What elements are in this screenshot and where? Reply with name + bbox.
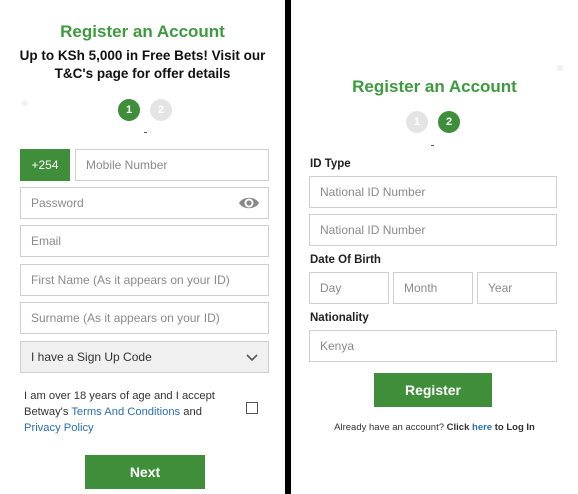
nationality-label: Nationality [310, 312, 369, 324]
to-log-in-text: to Log In [494, 422, 535, 433]
login-prompt: Already have an account? Click here to L… [291, 422, 578, 433]
decorative-dot [557, 65, 563, 71]
privacy-policy-link[interactable]: Privacy Policy [24, 422, 94, 434]
click-text: Click [446, 422, 470, 433]
dob-month-input[interactable]: Month [393, 272, 473, 304]
id-type-label: ID Type [310, 158, 351, 170]
page-title: Register an Account [60, 22, 225, 41]
id-number-input[interactable]: National ID Number [309, 214, 557, 246]
age-consent-checkbox[interactable] [246, 402, 258, 414]
step-indicator: 1 2 [118, 99, 172, 121]
country-code-prefix[interactable]: +254 [20, 149, 70, 181]
terms-link[interactable]: Terms And Conditions [71, 406, 180, 418]
promo-text: Up to KSh 5,000 in Free Bets! Visit our … [0, 47, 285, 83]
dob-label: Date Of Birth [310, 254, 381, 266]
eye-icon[interactable] [238, 194, 260, 215]
mobile-number-placeholder: Mobile Number [86, 158, 168, 172]
mobile-number-input[interactable]: Mobile Number [75, 149, 269, 181]
consent-and-text: and [183, 406, 202, 418]
dob-day-input[interactable]: Day [309, 272, 389, 304]
promo-line-1: Up to KSh 5,000 in Free Bets! Visit our [19, 48, 266, 63]
surname-placeholder: Surname (As it appears on your ID) [31, 311, 220, 325]
id-type-value: National ID Number [320, 185, 426, 199]
page-title: Register an Account [352, 77, 517, 96]
already-have-account-text: Already have an account? [334, 422, 445, 433]
next-button[interactable]: Next [85, 455, 205, 489]
step-marker [431, 145, 434, 146]
id-number-placeholder: National ID Number [320, 223, 426, 237]
step-1-inactive: 1 [406, 111, 428, 133]
decorative-dot [22, 100, 28, 106]
id-type-select[interactable]: National ID Number [309, 176, 557, 208]
dob-year-input[interactable]: Year [477, 272, 557, 304]
step-marker [144, 132, 147, 133]
step-2-active: 2 [438, 111, 460, 133]
first-name-input[interactable]: First Name (As it appears on your ID) [20, 264, 269, 296]
password-placeholder: Password [31, 196, 84, 210]
step-1-active: 1 [118, 99, 140, 121]
step-2-inactive: 2 [150, 99, 172, 121]
surname-input[interactable]: Surname (As it appears on your ID) [20, 302, 269, 334]
promo-line-2: T&C's page for offer details [54, 66, 231, 81]
email-placeholder: Email [31, 234, 62, 248]
email-input[interactable]: Email [20, 225, 269, 257]
signup-code-select[interactable]: I have a Sign Up Code [20, 341, 269, 373]
register-step-2-panel: Register an Account 1 2 ID Type National… [291, 0, 578, 494]
chevron-down-icon [246, 351, 258, 366]
month-placeholder: Month [404, 281, 438, 295]
register-step-1-panel: Register an Account Up to KSh 5,000 in F… [0, 0, 285, 494]
day-placeholder: Day [320, 281, 342, 295]
step-indicator: 1 2 [406, 111, 460, 133]
nationality-select[interactable]: Kenya [309, 330, 557, 362]
login-here-link[interactable]: here [472, 422, 492, 433]
register-button[interactable]: Register [374, 373, 492, 407]
age-consent-text: I am over 18 years of age and I accept B… [24, 388, 224, 436]
first-name-placeholder: First Name (As it appears on your ID) [31, 273, 230, 287]
signup-code-select-value: I have a Sign Up Code [31, 350, 152, 364]
password-input[interactable]: Password [20, 187, 269, 219]
year-placeholder: Year [488, 281, 513, 295]
nationality-value: Kenya [320, 339, 355, 353]
